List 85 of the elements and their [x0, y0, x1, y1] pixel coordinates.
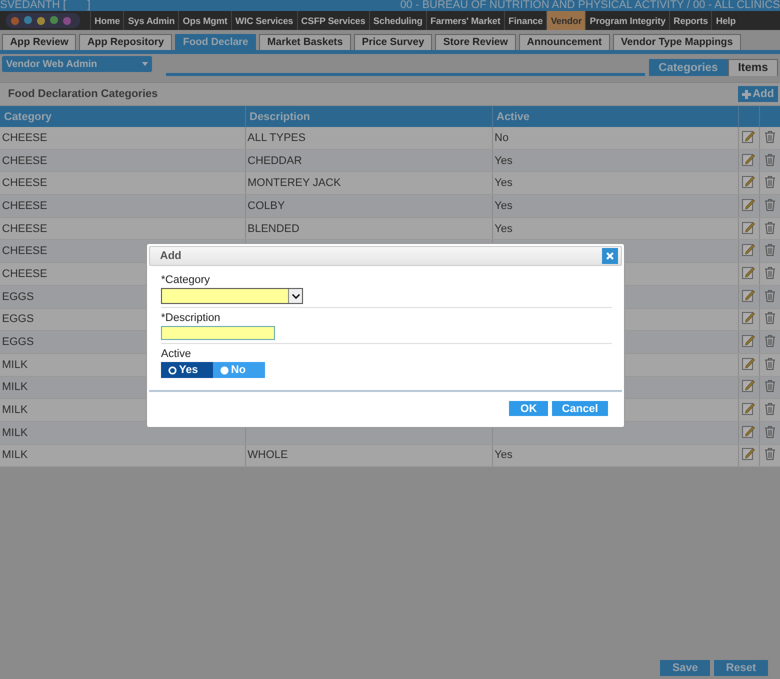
- table-cell: BLENDED: [245, 217, 492, 240]
- edit-icon[interactable]: [742, 152, 755, 166]
- trash-icon[interactable]: [764, 266, 776, 279]
- table-cell: Yes: [492, 172, 738, 195]
- table-cell: CHEDDAR: [245, 149, 492, 172]
- trash-icon[interactable]: [764, 175, 776, 188]
- edit-icon[interactable]: [742, 356, 755, 370]
- edit-icon[interactable]: [742, 334, 755, 348]
- table-cell: ALL TYPES: [245, 127, 492, 150]
- edit-icon[interactable]: [742, 402, 755, 416]
- close-button[interactable]: [602, 248, 618, 264]
- tab[interactable]: Store Review: [435, 34, 516, 50]
- close-icon: [606, 252, 614, 260]
- category-dropdown[interactable]: [161, 288, 303, 304]
- nav-menu-item[interactable]: Home: [90, 11, 124, 30]
- edit-icon[interactable]: [742, 266, 755, 279]
- edit-icon[interactable]: [742, 379, 755, 392]
- view-tab[interactable]: Items: [728, 59, 778, 76]
- chevron-down-icon: [292, 294, 300, 298]
- tab[interactable]: Announcement: [518, 34, 610, 50]
- table-cell: CHEESE: [0, 127, 245, 150]
- toggle-option[interactable]: Yes: [161, 362, 213, 378]
- trash-icon[interactable]: [764, 356, 776, 370]
- radio-icon: [220, 366, 229, 374]
- trash-icon[interactable]: [764, 334, 776, 348]
- caret-icon: [142, 62, 148, 66]
- table-cell: COLBY: [245, 194, 492, 218]
- radio-icon: [168, 366, 177, 374]
- trash-icon[interactable]: [764, 311, 776, 324]
- nav-menu-item[interactable]: Help: [711, 11, 740, 30]
- nav-menu-item[interactable]: Vendor: [546, 11, 586, 30]
- trash-icon[interactable]: [764, 447, 776, 460]
- table-cell: MONTEREY JACK: [245, 172, 492, 195]
- tab[interactable]: Vendor Type Mappings: [612, 34, 741, 50]
- edit-icon[interactable]: [742, 424, 755, 438]
- table-cell: Yes: [492, 194, 738, 218]
- trash-icon[interactable]: [764, 198, 776, 211]
- tab[interactable]: App Review: [2, 34, 76, 50]
- edit-icon[interactable]: [742, 198, 755, 211]
- nav-menu-item[interactable]: Farmers' Market: [426, 11, 504, 30]
- tab[interactable]: Market Baskets: [259, 34, 351, 50]
- table-cell: CHEESE: [0, 149, 245, 172]
- edit-icon[interactable]: [742, 220, 755, 234]
- table-cell: Yes: [492, 444, 738, 467]
- edit-icon[interactable]: [742, 175, 755, 188]
- edit-icon[interactable]: [742, 311, 755, 324]
- trash-icon[interactable]: [764, 379, 776, 392]
- trash-icon[interactable]: [764, 288, 776, 302]
- trash-icon[interactable]: [764, 424, 776, 438]
- table-cell: CHEESE: [0, 172, 245, 195]
- table-cell: WHOLE: [245, 444, 492, 467]
- edit-icon[interactable]: [742, 447, 755, 460]
- dialog-button[interactable]: OK: [509, 401, 548, 416]
- nav-menu-item[interactable]: CSFP Services: [296, 11, 369, 30]
- nav-menu-item[interactable]: Ops Mgmt: [178, 11, 231, 30]
- table-cell: Yes: [492, 149, 738, 172]
- trash-icon[interactable]: [764, 130, 776, 143]
- edit-icon[interactable]: [742, 243, 755, 256]
- edit-icon[interactable]: [742, 130, 755, 143]
- table-cell: No: [492, 127, 738, 150]
- user-name: SVEDANTH [ ]: [0, 0, 90, 11]
- nav-menu-item[interactable]: Sys Admin: [123, 11, 178, 30]
- table-cell: CHEESE: [0, 194, 245, 218]
- edit-icon[interactable]: [742, 288, 755, 302]
- tab[interactable]: App Repository: [79, 34, 172, 50]
- plus-icon: [742, 90, 751, 98]
- nav-menu-item[interactable]: Reports: [669, 11, 712, 30]
- trash-icon[interactable]: [764, 152, 776, 166]
- field-label: *Description: [161, 312, 222, 324]
- field-label: *Category: [161, 274, 211, 286]
- dialog-title: Add: [160, 250, 182, 262]
- nav-menu-item[interactable]: WIC Services: [230, 11, 297, 30]
- trash-icon[interactable]: [764, 220, 776, 234]
- description-field[interactable]: [161, 326, 275, 340]
- table-cell: MILK: [0, 444, 245, 467]
- dialog-button[interactable]: Cancel: [552, 401, 608, 416]
- trash-icon[interactable]: [764, 402, 776, 416]
- trash-icon[interactable]: [764, 243, 776, 256]
- table-cell: Yes: [492, 217, 738, 240]
- tab[interactable]: Price Survey: [354, 34, 432, 50]
- nav-menu-item[interactable]: Program Integrity: [585, 11, 670, 30]
- nav-menu-item[interactable]: Scheduling: [368, 11, 426, 30]
- section-title: Food Declaration Categories: [8, 88, 158, 100]
- organization-label: 00 - BUREAU OF NUTRITION AND PHYSICAL ACTIVITY / 00 - ALL CLINICS: [400, 0, 780, 11]
- table-cell: CHEESE: [0, 217, 245, 240]
